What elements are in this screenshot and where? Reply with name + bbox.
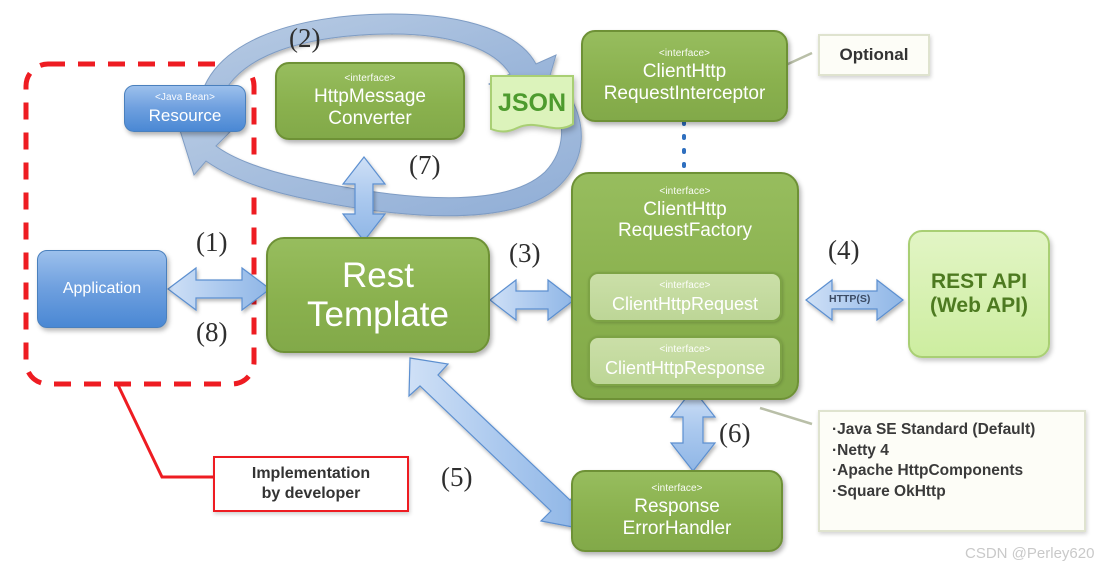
node-json-document[interactable]: JSON <box>489 74 575 138</box>
client-http-response-title: ClientHttpResponse <box>604 357 766 378</box>
node-http-message-converter[interactable]: <interface> HttpMessage Converter <box>275 62 465 140</box>
converter-title-line2: Converter <box>328 107 412 129</box>
optional-label: Optional <box>839 45 909 64</box>
node-rest-template[interactable]: Rest Template <box>266 237 490 353</box>
step-label-4: (4) <box>828 235 860 265</box>
arrow-clienthttpresponse-errorhandler <box>669 388 717 472</box>
implementation-item-2: Apache HttpComponents <box>832 461 1074 482</box>
arrow-errorhandler-resttemplate <box>408 357 581 529</box>
node-application[interactable]: Application <box>37 250 167 328</box>
node-client-http-request-interceptor[interactable]: <interface> ClientHttp RequestIntercepto… <box>581 30 788 122</box>
converter-stereotype: <interface> <box>344 73 396 85</box>
implementation-label-line1: Implementation <box>251 465 371 482</box>
error-handler-stereotype: <interface> <box>651 483 703 495</box>
node-resource[interactable]: <Java Bean> Resource <box>124 85 246 132</box>
rest-api-line2: (Web API) <box>930 294 1028 317</box>
interceptor-stereotype: <interface> <box>658 48 711 60</box>
watermark-text: CSDN @Perley620 <box>965 545 1095 562</box>
step-label-5: (5) <box>441 462 473 492</box>
client-http-request-stereotype: <interface> <box>659 280 711 292</box>
http-protocol-label: HTTP(S) <box>829 293 871 305</box>
interceptor-title-line1: ClientHttp <box>642 61 727 83</box>
factory-title-line2: RequestFactory <box>617 220 753 242</box>
optional-callout: Optional <box>818 34 930 76</box>
resource-stereotype: <Java Bean> <box>154 92 216 104</box>
factory-stereotype: <interface> <box>659 186 711 197</box>
implementation-label-line2: by developer <box>261 485 361 502</box>
factory-title-line1: ClientHttp <box>643 199 727 221</box>
implementation-by-developer-callout: Implementation by developer <box>213 456 409 512</box>
implementation-item-3: Square OkHttp <box>832 482 1074 503</box>
step-label-7: (7) <box>409 150 441 180</box>
step-label-6: (6) <box>719 418 751 448</box>
node-client-http-response[interactable]: <interface> ClientHttpResponse <box>588 336 782 386</box>
error-handler-line1: Response <box>634 496 720 518</box>
node-response-error-handler[interactable]: <interface> Response ErrorHandler <box>571 470 783 552</box>
client-http-request-title: ClientHttpRequest <box>611 293 759 314</box>
step-label-8: (8) <box>196 317 228 347</box>
node-client-http-request[interactable]: <interface> ClientHttpRequest <box>588 272 782 322</box>
rest-template-line2: Template <box>306 295 450 334</box>
step-label-1: (1) <box>196 227 228 257</box>
client-http-response-stereotype: <interface> <box>659 344 711 356</box>
resource-title: Resource <box>148 105 222 125</box>
application-title: Application <box>62 280 142 298</box>
implementations-leader-line <box>759 406 813 426</box>
rest-api-line1: REST API <box>930 270 1028 294</box>
arrow-resttemplate-requestfactory <box>489 278 575 322</box>
implementation-item-1: Netty 4 <box>832 441 1074 462</box>
arrow-application-resttemplate <box>167 266 271 312</box>
node-rest-api[interactable]: REST API (Web API) <box>908 230 1050 358</box>
json-label: JSON <box>497 88 567 117</box>
error-handler-line2: ErrorHandler <box>622 517 732 539</box>
implementation-leader-line <box>116 384 213 479</box>
converter-title-line1: HttpMessage <box>314 86 426 108</box>
step-label-2: (2) <box>289 23 321 53</box>
rest-template-line1: Rest <box>342 255 414 295</box>
step-label-3: (3) <box>509 238 541 268</box>
interceptor-title-line2: RequestInterceptor <box>603 82 766 104</box>
implementation-item-0: Java SE Standard (Default) <box>832 420 1074 441</box>
arrow-converter-resttemplate <box>341 156 387 242</box>
factory-implementations-list: Java SE Standard (Default) Netty 4 Apach… <box>818 410 1086 532</box>
diagram-canvas: <Java Bean> Resource Application <interf… <box>0 0 1104 570</box>
